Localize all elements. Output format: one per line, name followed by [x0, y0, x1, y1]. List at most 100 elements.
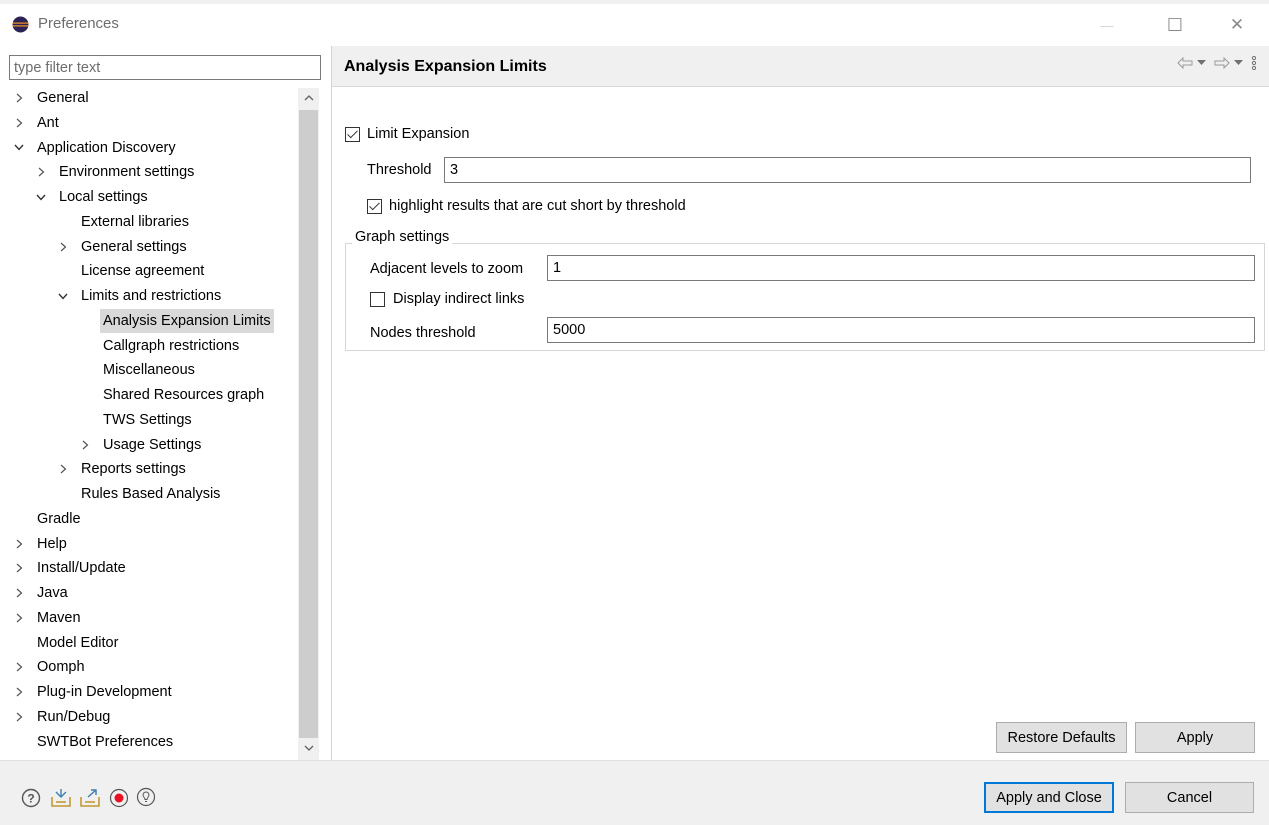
chevron-right-icon[interactable] [34, 160, 48, 184]
tree-item[interactable]: TWS Settings [0, 408, 296, 432]
tree-item[interactable]: Usage Settings [0, 433, 296, 457]
tree-item[interactable]: Rules Based Analysis [0, 482, 296, 506]
maximize-button[interactable]: ☐ [1152, 8, 1198, 42]
tree-item[interactable]: Oomph [0, 655, 296, 679]
display-indirect-label: Display indirect links [393, 291, 525, 308]
tree-item[interactable]: Analysis Expansion Limits [0, 308, 296, 333]
tree-item-label: Plug-in Development [37, 684, 172, 700]
tree-item[interactable]: External libraries [0, 210, 296, 234]
chevron-down-icon [304, 745, 313, 751]
import-button[interactable] [50, 787, 72, 809]
chevron-right-icon[interactable] [56, 457, 70, 481]
chevron-down-icon[interactable] [12, 136, 26, 160]
adjacent-levels-label: Adjacent levels to zoom [370, 261, 524, 277]
tree-item[interactable]: Model Editor [0, 631, 296, 655]
tree-item[interactable]: General settings [0, 235, 296, 259]
tree-item-label: Reports settings [81, 461, 186, 478]
chevron-right-icon[interactable] [12, 581, 26, 605]
title-bar: Preferences — ☐ ✕ [0, 0, 1269, 46]
tree-item-label: Ant [37, 114, 59, 131]
back-arrow-icon[interactable] [1177, 57, 1193, 69]
record-button[interactable] [108, 787, 130, 809]
view-menu-icon[interactable] [1251, 56, 1257, 70]
tree-item[interactable]: Gradle [0, 507, 296, 531]
tree-item[interactable]: Reports settings [0, 457, 296, 481]
tree-item[interactable]: Application Discovery [0, 136, 296, 160]
chevron-down-icon[interactable] [34, 185, 48, 209]
apply-and-close-button[interactable]: Apply and Close [984, 782, 1114, 813]
tree-item[interactable]: Shared Resources graph [0, 383, 296, 407]
threshold-input[interactable]: 3 [444, 157, 1251, 183]
tree-item[interactable]: SWTBot Preferences [0, 730, 296, 754]
tree-item-label: Callgraph restrictions [103, 337, 240, 354]
tree-item[interactable]: Plug-in Development [0, 680, 296, 704]
tree-item[interactable]: Help [0, 532, 296, 556]
chevron-up-icon [304, 95, 313, 101]
chevron-right-icon[interactable] [56, 235, 70, 259]
apply-button[interactable]: Apply [1135, 722, 1255, 753]
tree-item[interactable]: Callgraph restrictions [0, 334, 296, 358]
tree-item-label: TWS Settings [103, 411, 192, 428]
cancel-button[interactable]: Cancel [1125, 782, 1254, 813]
chevron-right-icon[interactable] [12, 655, 26, 679]
tree-item[interactable]: Limits and restrictions [0, 284, 296, 308]
tree-item[interactable]: Java [0, 581, 296, 605]
tree-item-label: Analysis Expansion Limits [100, 308, 274, 333]
svg-text:?: ? [27, 792, 34, 806]
chevron-right-icon[interactable] [12, 86, 26, 110]
restore-defaults-button[interactable]: Restore Defaults [996, 722, 1127, 753]
tree-item[interactable]: License agreement [0, 259, 296, 283]
back-dropdown-icon[interactable] [1197, 60, 1206, 66]
forward-dropdown-icon[interactable] [1234, 60, 1243, 66]
page-title: Analysis Expansion Limits [344, 58, 547, 75]
tree-scrollbar-thumb[interactable] [299, 110, 318, 738]
title-bar-top-edge [0, 0, 1269, 4]
chevron-right-icon[interactable] [12, 111, 26, 135]
tree-item-label: General [37, 90, 89, 106]
highlight-row[interactable]: highlight results that are cut short by … [367, 198, 686, 214]
tree-item[interactable]: Install/Update [0, 556, 296, 580]
chevron-right-icon[interactable] [12, 556, 26, 580]
tree-item[interactable]: Run/Debug [0, 705, 296, 729]
tree-item[interactable]: Environment settings [0, 160, 296, 184]
display-indirect-row[interactable]: Display indirect links [370, 291, 524, 307]
maximize-icon: ☐ [1166, 14, 1184, 35]
limit-expansion-label: Limit Expansion [367, 126, 470, 143]
limit-expansion-row[interactable]: Limit Expansion [345, 126, 469, 142]
close-button[interactable]: ✕ [1214, 8, 1260, 42]
tree-item-label: Shared Resources graph [103, 387, 265, 403]
adjacent-levels-input[interactable]: 1 [547, 255, 1255, 281]
tree-item-label: Java [37, 585, 68, 601]
tree-item-label: Maven [37, 609, 81, 626]
minimize-button[interactable]: — [1084, 8, 1130, 42]
tree-item[interactable]: Maven [0, 606, 296, 630]
page-header: Analysis Expansion Limits [332, 46, 1269, 87]
tip-button[interactable] [135, 787, 157, 809]
scroll-down-button[interactable] [298, 738, 319, 758]
tree-item-label: Help [37, 535, 67, 552]
chevron-down-icon[interactable] [56, 284, 70, 308]
tree-item[interactable]: Miscellaneous [0, 358, 296, 382]
tree-item[interactable]: Ant [0, 111, 296, 135]
page-navigation [1177, 56, 1257, 70]
forward-arrow-icon[interactable] [1214, 57, 1230, 69]
tree-item[interactable]: General [0, 86, 296, 110]
chevron-right-icon[interactable] [12, 680, 26, 704]
chevron-right-icon[interactable] [78, 433, 92, 457]
tree-item-label: Install/Update [37, 560, 126, 577]
graph-settings-title: Graph settings [352, 229, 453, 245]
filter-input[interactable] [9, 55, 321, 80]
export-button[interactable] [79, 787, 101, 809]
tip-icon [136, 787, 156, 807]
display-indirect-checkbox[interactable] [370, 291, 385, 307]
chevron-right-icon[interactable] [12, 606, 26, 630]
tree-item[interactable]: Local settings [0, 185, 296, 209]
help-button[interactable]: ? [20, 787, 42, 809]
chevron-right-icon[interactable] [12, 705, 26, 729]
chevron-right-icon[interactable] [12, 532, 26, 556]
scroll-up-button[interactable] [298, 88, 319, 108]
nodes-threshold-input[interactable]: 5000 [547, 317, 1255, 343]
highlight-checkbox[interactable] [367, 198, 382, 214]
tree-item-label: Gradle [37, 510, 81, 527]
limit-expansion-checkbox[interactable] [345, 126, 360, 142]
